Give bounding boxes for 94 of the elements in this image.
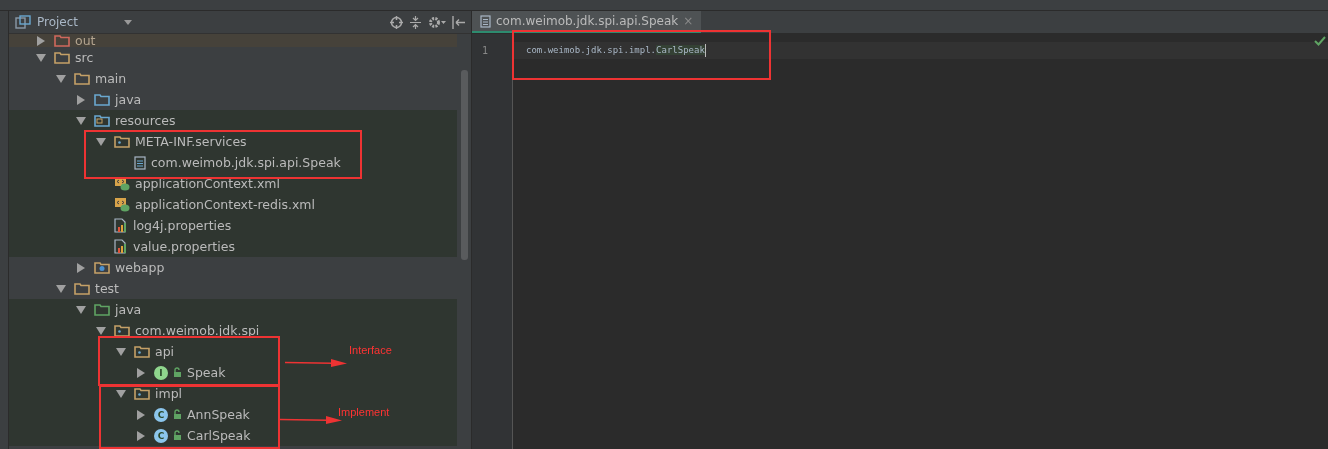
package-icon [114, 324, 130, 337]
folder-icon [74, 72, 90, 85]
annotation-label: Interface [349, 344, 392, 356]
expanded-arrow-icon[interactable] [116, 388, 126, 399]
folder-icon [94, 114, 110, 127]
expanded-arrow-icon[interactable] [76, 115, 86, 126]
arrow-icon [280, 416, 342, 424]
check-icon [1314, 36, 1326, 46]
folder-icon [94, 261, 110, 274]
tree-row[interactable]: com.weimob.jdk.spi.api.Speak [9, 152, 457, 173]
arrow-icon [285, 359, 347, 367]
lock-icon [172, 367, 182, 378]
tree-item-label: impl [155, 386, 183, 401]
tree-row[interactable]: resources [9, 110, 457, 131]
panel-title[interactable]: Project [37, 15, 79, 29]
class-icon: C [154, 407, 168, 422]
code-text: com.weimob.jdk.spi.impl.CarlSpeak [526, 44, 706, 57]
tree-row[interactable]: main [9, 68, 457, 89]
expanded-arrow-icon[interactable] [116, 346, 126, 357]
hide-panel-icon[interactable] [452, 15, 465, 29]
collapse-all-icon[interactable] [409, 15, 422, 29]
tree-row[interactable]: webapp [9, 257, 457, 278]
line-number: 1 [481, 44, 490, 58]
class-icon: C [154, 428, 168, 443]
tree-item-label: java [115, 92, 142, 107]
tree-row[interactable]: impl [9, 383, 457, 404]
folder-icon [94, 303, 110, 316]
tree-row[interactable]: log4j.properties [9, 215, 457, 236]
tab-title: com.weimob.jdk.spi.api.Speak [496, 14, 679, 28]
tree-row[interactable]: C CarlSpeak [9, 425, 457, 446]
folder-icon [74, 282, 90, 295]
dropdown-caret-icon[interactable] [124, 19, 133, 25]
crosshair-icon[interactable] [390, 15, 403, 29]
tree-item-label: applicationContext.xml [135, 176, 280, 191]
expanded-arrow-icon[interactable] [96, 325, 106, 336]
xml-file-icon [114, 176, 130, 191]
tree-item-label: java [115, 302, 142, 317]
settings-icon[interactable] [428, 15, 446, 29]
tree-row[interactable]: out [9, 34, 457, 47]
tree-row[interactable]: java [9, 89, 457, 110]
tree-item-label: out [75, 34, 96, 48]
tree-item-label: src [75, 50, 94, 65]
expanded-arrow-icon[interactable] [96, 136, 106, 147]
collapsed-arrow-icon[interactable] [76, 94, 86, 105]
collapsed-arrow-icon[interactable] [136, 367, 146, 378]
tree-row[interactable]: com.weimob.jdk.spi [9, 320, 457, 341]
tree-item-label: com.weimob.jdk.spi [135, 323, 260, 338]
expanded-arrow-icon[interactable] [56, 283, 66, 294]
package-icon [134, 387, 150, 400]
tree-item-label: META-INF.services [135, 134, 247, 149]
tree-row[interactable]: META-INF.services [9, 131, 457, 152]
expanded-arrow-icon[interactable] [76, 304, 86, 315]
properties-file-icon [114, 218, 128, 233]
tree-item-label: value.properties [133, 239, 235, 254]
tree-item-label: log4j.properties [133, 218, 232, 233]
file-icon [480, 14, 491, 28]
project-icon [15, 15, 31, 29]
expanded-arrow-icon[interactable] [56, 73, 66, 84]
tree-row[interactable]: I Speak [9, 362, 457, 383]
properties-file-icon [114, 239, 128, 254]
tree-item-label: applicationContext-redis.xml [135, 197, 315, 212]
tree-item-label: test [95, 281, 119, 296]
tree-item-label: AnnSpeak [187, 407, 250, 422]
tree-row[interactable]: src [9, 47, 457, 68]
tree-row[interactable]: applicationContext-redis.xml [9, 194, 457, 215]
tree-row[interactable]: value.properties [9, 236, 457, 257]
tree-row[interactable]: applicationContext.xml [9, 173, 457, 194]
tree-item-label: resources [115, 113, 176, 128]
package-icon [114, 135, 130, 148]
tree-item-label: Speak [187, 365, 226, 380]
expanded-arrow-icon[interactable] [36, 52, 46, 63]
lock-icon [172, 430, 182, 441]
folder-icon [94, 93, 110, 106]
lock-icon [172, 409, 182, 420]
tree-row[interactable]: test [9, 278, 457, 299]
file-icon [134, 155, 146, 170]
collapsed-arrow-icon[interactable] [136, 409, 146, 420]
tree-item-label: CarlSpeak [187, 428, 251, 443]
folder-icon [54, 51, 70, 64]
package-icon [134, 345, 150, 358]
collapsed-arrow-icon[interactable] [136, 430, 146, 441]
xml-file-icon [114, 197, 130, 212]
collapsed-arrow-icon[interactable] [76, 262, 86, 273]
annotation-label: Implement [338, 406, 390, 418]
tree-row[interactable]: java [9, 299, 457, 320]
folder-icon [54, 34, 70, 47]
collapsed-arrow-icon[interactable] [36, 35, 46, 46]
interface-icon: I [154, 365, 168, 380]
tree-item-label: main [95, 71, 127, 86]
scrollbar[interactable] [461, 70, 468, 260]
tree-item-label: api [155, 344, 175, 359]
tree-item-label: com.weimob.jdk.spi.api.Speak [151, 155, 341, 170]
tree-item-label: webapp [115, 260, 165, 275]
editor-tab[interactable]: com.weimob.jdk.spi.api.Speak × [472, 11, 702, 33]
